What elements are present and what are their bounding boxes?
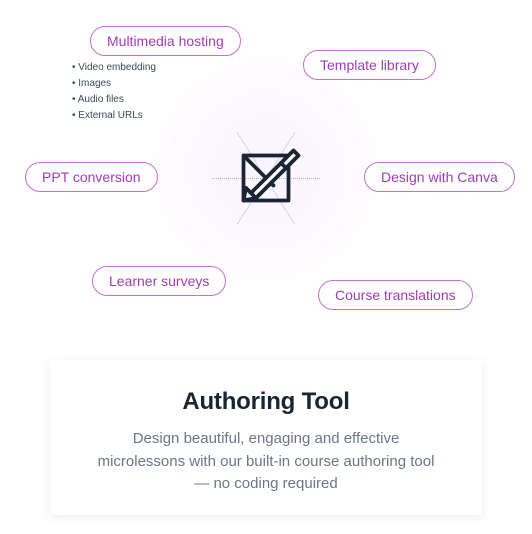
multimedia-sublist: Video embedding Images Audio files Exter… — [72, 60, 156, 124]
sublist-item: Images — [72, 76, 156, 92]
card-title: Authoring Tool — [90, 388, 442, 416]
sublist-item: Video embedding — [72, 60, 156, 76]
feature-pill-template: Template library — [303, 50, 436, 80]
sublist-item: External URLs — [72, 108, 156, 124]
card-description: Design beautiful, engaging and effective… — [90, 428, 442, 496]
pencil-icon — [226, 138, 306, 218]
feature-pill-canva: Design with Canva — [364, 162, 515, 192]
feature-pill-ppt: PPT conversion — [25, 162, 158, 192]
info-card: Authoring Tool Design beautiful, engagin… — [50, 360, 482, 515]
feature-pill-surveys: Learner surveys — [92, 266, 226, 296]
feature-pill-multimedia: Multimedia hosting — [90, 26, 241, 56]
feature-diagram: Multimedia hosting Template library PPT … — [0, 0, 532, 340]
sublist-item: Audio files — [72, 92, 156, 108]
feature-pill-translations: Course translations — [318, 280, 473, 310]
